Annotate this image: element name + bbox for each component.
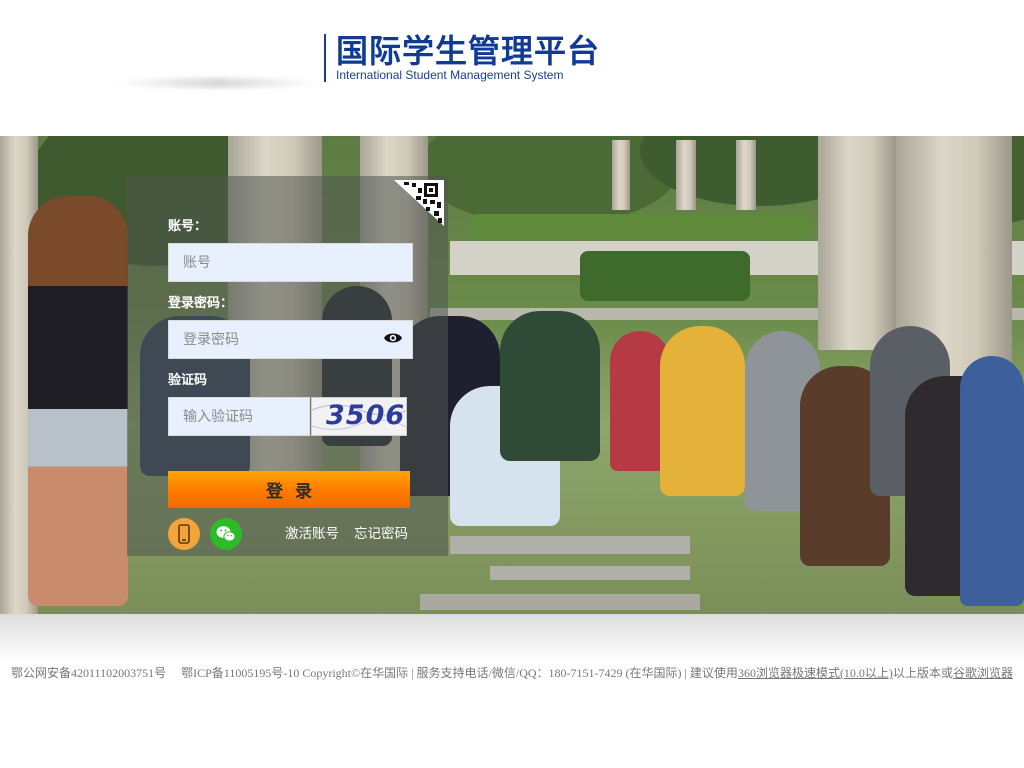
footer: 鄂公网安备42011102003751号 鄂ICP备11005195号-10 C… <box>11 664 1014 681</box>
captcha-input[interactable] <box>168 397 310 436</box>
site-title-en: International Student Management System <box>336 68 564 82</box>
browser-link-360[interactable]: 360浏览器极速模式(10.0以上) <box>738 666 893 680</box>
footer-mid-text: 以上版本或 <box>892 666 953 680</box>
header: 国际学生管理平台 International Student Managemen… <box>0 0 1024 136</box>
logo-swoosh <box>112 78 322 88</box>
login-button[interactable]: 登录 <box>168 471 410 508</box>
footer-info: 鄂ICP备11005195号-10 Copyright©在华国际 | 服务支持电… <box>181 666 738 680</box>
activate-account-link[interactable]: 激活账号 <box>285 522 339 542</box>
browser-link-chrome[interactable]: 谷歌浏览器 <box>953 666 1013 680</box>
phone-icon <box>178 524 190 544</box>
account-input[interactable] <box>168 243 413 282</box>
forgot-password-link[interactable]: 忘记密码 <box>354 522 408 542</box>
password-input[interactable] <box>168 320 413 359</box>
captcha-image[interactable]: 3506 <box>311 397 407 436</box>
account-label: 账号： <box>168 219 208 234</box>
footer-band <box>0 614 1024 660</box>
captcha-text: 3506 <box>326 400 406 431</box>
phone-login-button[interactable] <box>168 518 200 550</box>
site-title-cn: 国际学生管理平台 <box>336 32 601 70</box>
wechat-icon <box>216 526 236 542</box>
logo-divider <box>324 34 326 82</box>
captcha-label: 验证码 <box>168 373 208 388</box>
qr-code-icon[interactable] <box>394 180 444 226</box>
eye-icon[interactable] <box>383 330 403 344</box>
password-label: 登录密码： <box>168 296 234 311</box>
wechat-login-button[interactable] <box>210 518 242 550</box>
police-record: 鄂公网安备42011102003751号 <box>11 666 167 680</box>
